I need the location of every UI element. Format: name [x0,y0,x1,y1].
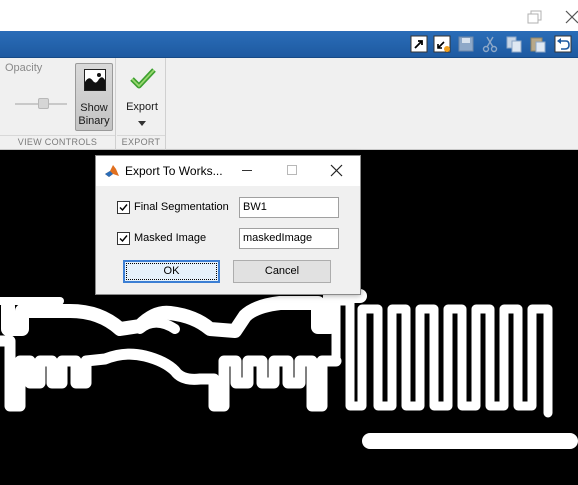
check-icon [119,235,128,243]
binary-image-icon [84,69,106,91]
final-segmentation-row: Final Segmentation BW1 [96,197,360,219]
toolstrip: Opacity Show Binary VIEW CONTROLS Export… [0,58,578,150]
paste-icon[interactable] [529,35,547,53]
opacity-label: Opacity [5,62,43,74]
undo-icon[interactable] [554,35,572,53]
final-segmentation-name-field[interactable]: BW1 [239,197,339,218]
focus-ring [126,263,217,280]
save-icon[interactable] [457,35,475,53]
export-dialog: Export To Works... Final Segmentation BW… [95,155,361,295]
final-segmentation-checkbox[interactable] [117,201,130,214]
minimize-icon[interactable] [242,170,252,171]
masked-image-row: Masked Image maskedImage [96,228,360,250]
checkmark-icon [130,68,156,89]
cancel-button[interactable]: Cancel [233,260,331,283]
close-icon[interactable] [330,164,343,177]
check-icon [119,204,128,212]
dialog-titlebar: Export To Works... [96,156,360,186]
cancel-label: Cancel [264,265,300,277]
masked-image-name-field[interactable]: maskedImage [239,228,339,249]
show-binary-label-line2: Binary [78,115,110,127]
final-segmentation-label: Final Segmentation [134,201,229,213]
ok-button[interactable]: OK [123,260,220,283]
export-section: Export EXPORT [117,58,166,150]
view-controls-section: Opacity Show Binary VIEW CONTROLS [0,58,116,150]
close-icon[interactable] [560,7,578,25]
matlab-icon [105,165,119,177]
dock-icon[interactable] [433,35,451,53]
dialog-title: Export To Works... [125,164,223,178]
masked-image-checkbox[interactable] [117,232,130,245]
export-button[interactable]: Export [124,63,160,133]
cut-icon[interactable] [481,35,499,53]
view-controls-label: VIEW CONTROLS [17,137,98,147]
show-binary-label-line1: Show [80,102,108,114]
tab-strip [0,31,578,58]
masked-image-label: Masked Image [134,232,207,244]
opacity-slider-thumb[interactable] [38,98,49,109]
chevron-down-icon [138,121,146,126]
image-segmenter-window: Opacity Show Binary VIEW CONTROLS Export… [0,0,578,485]
export-section-label: EXPORT [121,137,161,147]
window-titlebar [0,0,578,31]
export-label: Export [126,101,158,113]
show-binary-button[interactable]: Show Binary [75,63,113,131]
maximize-icon[interactable] [287,165,297,175]
undock-icon[interactable] [410,35,428,53]
restore-icon[interactable] [524,9,546,25]
copy-icon[interactable] [505,35,523,53]
